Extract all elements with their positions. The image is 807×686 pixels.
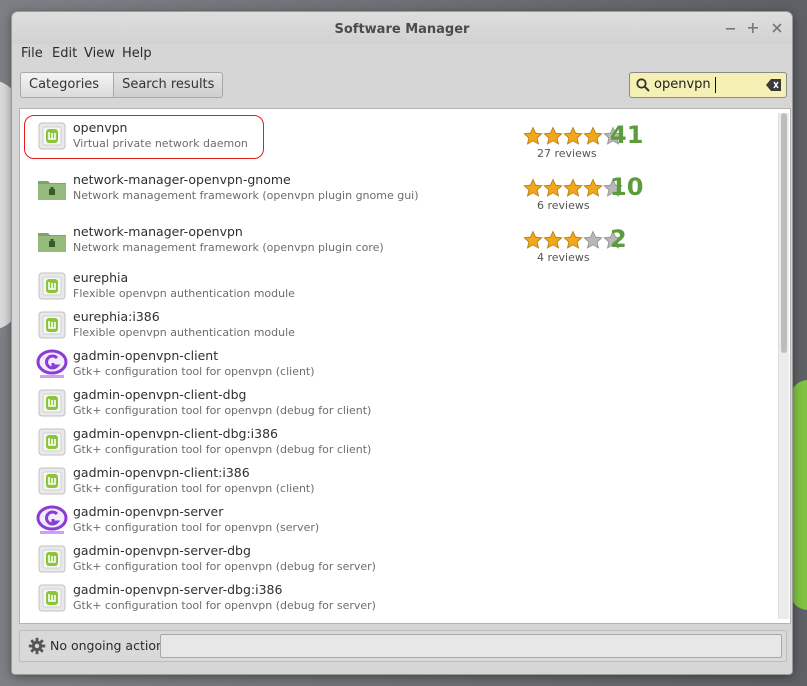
statusbar: No ongoing actions	[12, 626, 792, 674]
software-manager-window: Software Manager File Edit View Help Cat…	[12, 12, 792, 674]
package-description: Gtk+ configuration tool for openvpn (deb…	[73, 443, 372, 456]
package-row[interactable]: gadmin-openvpn-client Gtk+ configuration …	[20, 345, 774, 384]
search-icon	[636, 78, 650, 92]
selection-highlight	[24, 115, 264, 159]
maximize-icon[interactable]	[745, 20, 761, 36]
star-filled-icon	[523, 230, 543, 249]
star-filled-icon	[563, 230, 583, 249]
menubar: File Edit View Help	[12, 44, 792, 66]
package-name: gadmin-openvpn-client-dbg:i386	[73, 426, 278, 441]
package-row[interactable]: gadmin-openvpn-client:i386 Gtk+ configura…	[20, 462, 774, 501]
star-filled-icon	[563, 126, 583, 145]
toolbar: Categories Search results	[12, 66, 792, 106]
review-count: 4 reviews	[537, 251, 590, 264]
minimize-icon[interactable]	[723, 20, 739, 36]
generic-package-icon	[38, 467, 66, 495]
package-name: gadmin-openvpn-client-dbg	[73, 387, 247, 402]
star-filled-icon	[583, 126, 603, 145]
package-description: Gtk+ configuration tool for openvpn (cli…	[73, 365, 315, 378]
package-description: Gtk+ configuration tool for openvpn (deb…	[73, 404, 372, 417]
breadcrumb: Categories Search results	[20, 72, 224, 98]
package-row[interactable]: gadmin-openvpn-server-dbg:i386 Gtk+ confi…	[20, 579, 774, 618]
rating-score: 10	[610, 173, 644, 201]
close-icon[interactable]	[769, 20, 785, 36]
menu-view[interactable]: View	[83, 46, 116, 61]
generic-package-icon	[38, 311, 66, 339]
package-description: Gtk+ configuration tool for openvpn (cli…	[73, 482, 315, 495]
breadcrumb-categories[interactable]: Categories	[20, 72, 115, 98]
package-name: network-manager-openvpn	[73, 224, 243, 239]
scrollbar[interactable]	[778, 113, 789, 619]
generic-package-icon	[38, 428, 66, 456]
folder-package-icon	[38, 233, 66, 252]
star-filled-icon	[543, 126, 563, 145]
progress-bar	[160, 634, 782, 658]
package-description: Flexible openvpn authentication module	[73, 287, 295, 300]
desktop-decoration-green	[790, 380, 807, 610]
star-rating	[523, 178, 623, 198]
package-row[interactable]: eurephia:i386 Flexible openvpn authentica…	[20, 306, 774, 345]
package-name: eurephia:i386	[73, 309, 160, 324]
package-list[interactable]: openvpn Virtual private network daemon 41 2…	[20, 109, 774, 623]
menu-edit[interactable]: Edit	[51, 46, 78, 61]
package-list-frame: openvpn Virtual private network daemon 41 2…	[19, 108, 791, 624]
gadmin-icon	[36, 505, 68, 534]
menu-help[interactable]: Help	[121, 46, 153, 61]
package-name: eurephia	[73, 270, 129, 285]
star-rating	[523, 126, 623, 146]
package-description: Gtk+ configuration tool for openvpn (deb…	[73, 560, 376, 573]
generic-package-icon	[38, 545, 66, 573]
scrollbar-thumb[interactable]	[781, 113, 787, 353]
star-filled-icon	[543, 230, 563, 249]
rating-score: 41	[610, 121, 644, 149]
generic-package-icon	[38, 272, 66, 300]
package-row[interactable]: network-manager-openvpn Network managemen…	[20, 221, 774, 267]
status-text: No ongoing actions	[50, 638, 171, 653]
menu-file[interactable]: File	[20, 46, 44, 61]
package-name: gadmin-openvpn-client:i386	[73, 465, 250, 480]
star-filled-icon	[583, 178, 603, 197]
package-name: network-manager-openvpn-gnome	[73, 172, 291, 187]
package-name: gadmin-openvpn-server-dbg	[73, 543, 251, 558]
breadcrumb-search-results[interactable]: Search results	[114, 72, 224, 98]
package-row[interactable]: gadmin-openvpn-server Gtk+ configuration …	[20, 501, 774, 540]
review-count: 27 reviews	[537, 147, 597, 160]
gadmin-icon	[36, 349, 68, 378]
package-row[interactable]: eurephia Flexible openvpn authentication …	[20, 267, 774, 306]
text-caret	[715, 77, 716, 93]
package-row[interactable]: gadmin-openvpn-client-dbg:i386 Gtk+ confi…	[20, 423, 774, 462]
package-row[interactable]: gadmin-openvpn-client-dbg Gtk+ configurat…	[20, 384, 774, 423]
status-panel: No ongoing actions	[19, 630, 787, 662]
package-description: Flexible openvpn authentication module	[73, 326, 295, 339]
clear-search-icon[interactable]	[766, 78, 782, 92]
star-empty-icon	[583, 230, 603, 249]
gear-icon	[28, 637, 46, 655]
package-description: Gtk+ configuration tool for openvpn (ser…	[73, 521, 320, 534]
star-filled-icon	[523, 126, 543, 145]
generic-package-icon	[38, 584, 66, 612]
star-filled-icon	[563, 178, 583, 197]
star-rating	[523, 230, 623, 250]
window-title: Software Manager	[334, 22, 470, 37]
search-input[interactable]	[654, 75, 762, 93]
package-name: gadmin-openvpn-client	[73, 348, 219, 363]
package-description: Gtk+ configuration tool for openvpn (deb…	[73, 599, 376, 612]
package-row[interactable]: network-manager-openvpn-gnome Network man…	[20, 169, 774, 221]
package-description: Network management framework (openvpn pl…	[73, 241, 384, 254]
rating-score: 2	[610, 225, 627, 253]
package-row[interactable]: gadmin-openvpn-server-dbg Gtk+ configurat…	[20, 540, 774, 579]
package-name: gadmin-openvpn-server	[73, 504, 224, 519]
package-name: gadmin-openvpn-server-dbg:i386	[73, 582, 283, 597]
review-count: 6 reviews	[537, 199, 590, 212]
package-description: Network management framework (openvpn pl…	[73, 189, 419, 202]
titlebar[interactable]: Software Manager	[12, 12, 792, 44]
folder-package-icon	[38, 181, 66, 200]
star-filled-icon	[523, 178, 543, 197]
generic-package-icon	[38, 389, 66, 417]
star-filled-icon	[543, 178, 563, 197]
search-box	[629, 72, 787, 98]
